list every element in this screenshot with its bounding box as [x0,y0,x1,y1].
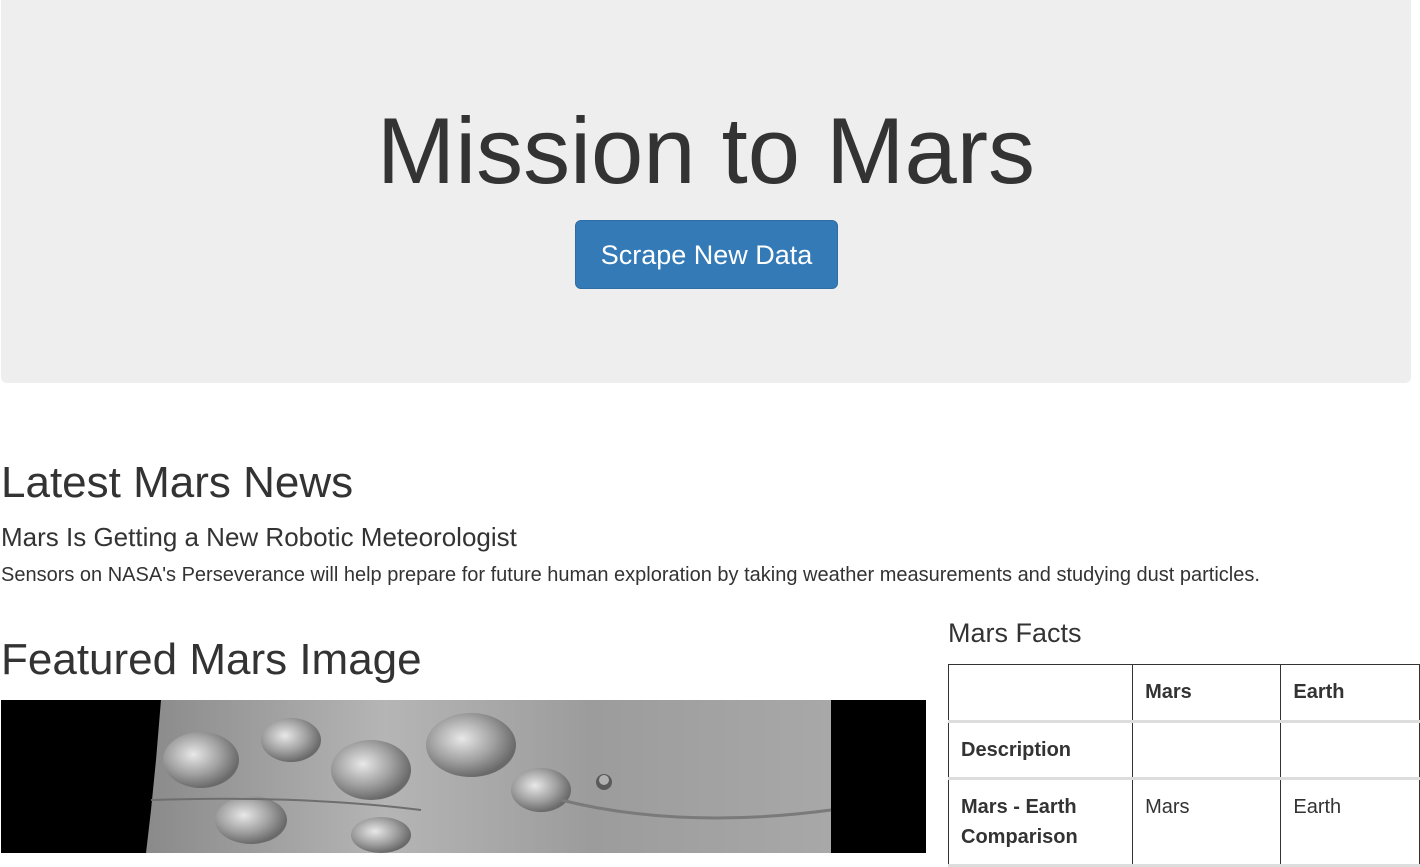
table-header-cell [947,664,1134,722]
header-jumbotron: Mission to Mars Scrape New Data [1,0,1411,383]
table-header-cell: Earth [1280,664,1420,722]
latest-news-heading: Latest Mars News [1,458,354,507]
table-cell: Earth [1280,778,1420,866]
mars-facts-table: Mars Earth Description Mars - Earth Comp… [947,664,1420,867]
table-cell [1280,721,1420,779]
table-header-row: Mars Earth [947,664,1420,722]
featured-image-heading: Featured Mars Image [1,635,422,684]
table-cell [1132,721,1282,779]
news-teaser: Sensors on NASA's Perseverance will help… [1,564,1260,586]
table-header-cell: Mars [1132,664,1282,722]
mars-surface-image [146,700,832,853]
row-label: Description [947,721,1134,779]
table-row: Description [947,721,1420,779]
featured-mars-image [1,700,926,853]
news-headline: Mars Is Getting a New Robotic Meteorolog… [1,522,517,552]
scrape-new-data-button[interactable]: Scrape New Data [575,220,838,289]
page-title: Mission to Mars [376,98,1036,203]
table-cell: Mars [1132,778,1282,866]
table-row: Mars - Earth Comparison Mars Earth [947,778,1420,866]
row-label: Mars - Earth Comparison [947,778,1134,866]
mars-facts-heading: Mars Facts [948,618,1082,648]
